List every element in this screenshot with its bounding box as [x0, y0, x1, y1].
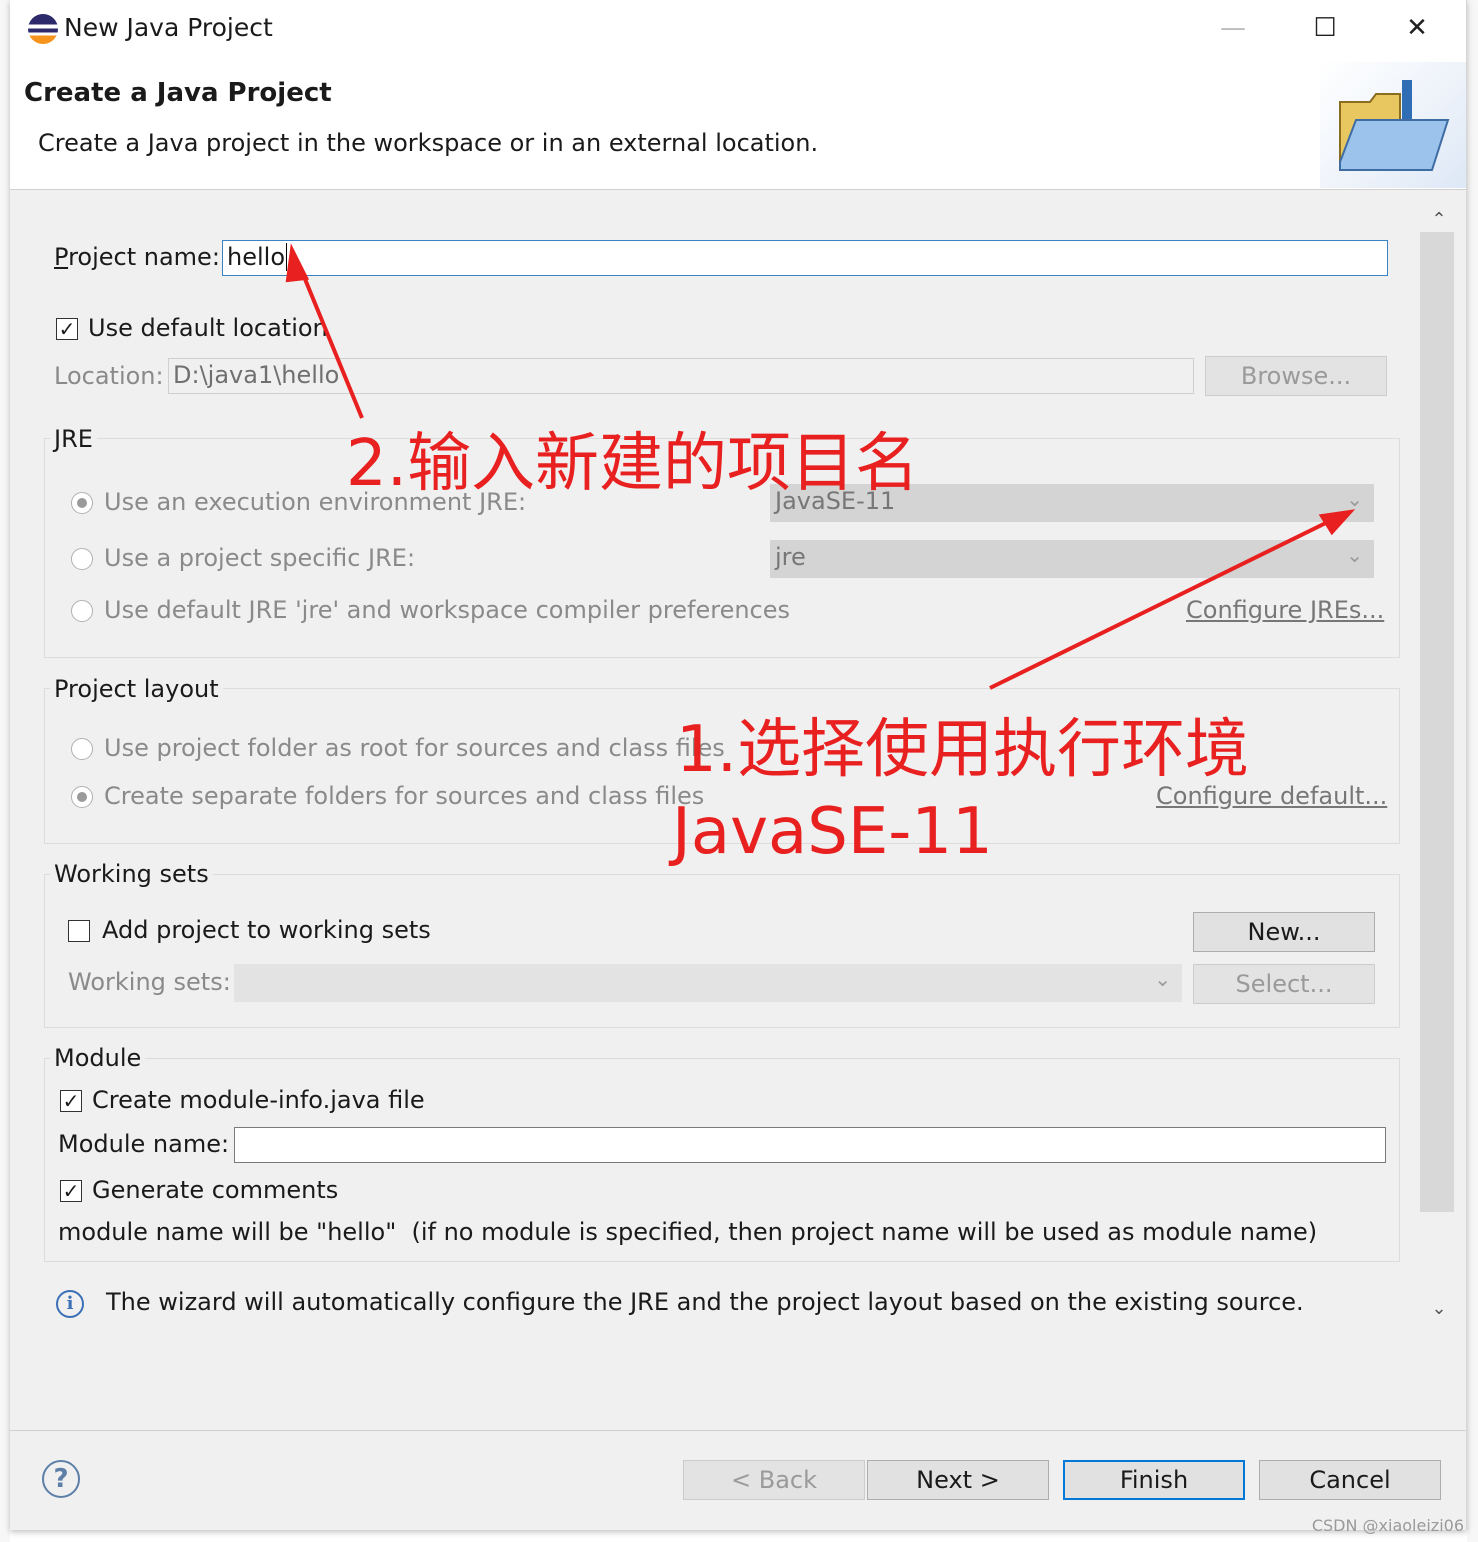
- watermark: CSDN @xiaoleizi06: [1311, 1516, 1464, 1535]
- annotation-arrowhead: [285, 243, 310, 283]
- annotation-step1-line1: 1.选择使用执行环境: [676, 713, 1250, 787]
- annotation-arrowhead: [1318, 509, 1356, 536]
- annotation-step2: 2.输入新建的项目名: [346, 427, 920, 501]
- annotation-arrow-jre: [989, 514, 1341, 690]
- annotation-step1-line2: JavaSE-11: [672, 795, 993, 869]
- annotation-arrow-project-name: [296, 261, 364, 419]
